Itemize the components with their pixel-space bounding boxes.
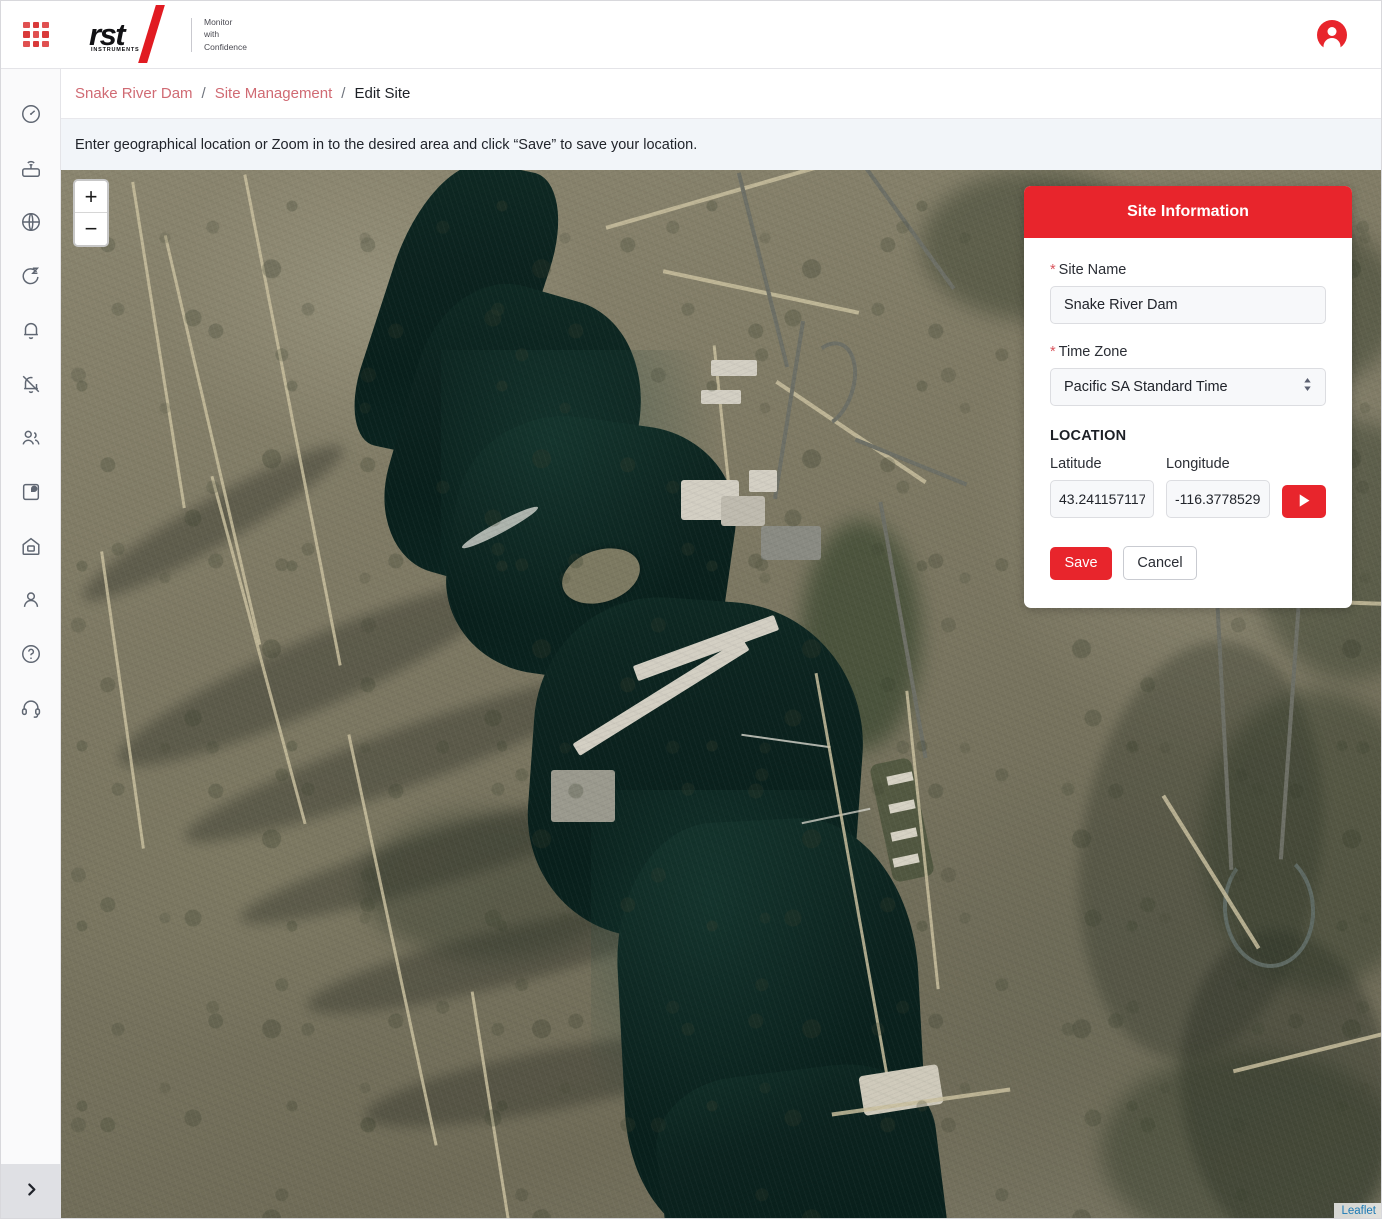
latitude-field: Latitude <box>1050 456 1154 518</box>
required-mark: * <box>1050 262 1056 278</box>
sidebar-item-groups[interactable] <box>9 411 53 465</box>
sidebar-item-profile[interactable] <box>9 573 53 627</box>
sidebar-item-network[interactable] <box>9 195 53 249</box>
logo-tagline: Monitor with Confidence <box>191 17 248 52</box>
sidebar-item-help[interactable] <box>9 627 53 681</box>
sidebar-item-reports[interactable] <box>9 465 53 519</box>
panel-body: *Site Name *Time Zone LOCATION Latitude <box>1024 238 1352 608</box>
gauge-icon <box>20 103 42 125</box>
coordinates-row: Latitude Longitude <box>1050 456 1326 518</box>
longitude-label: Longitude <box>1166 456 1230 472</box>
logo-subtext: INSTRUMENTS <box>91 46 140 53</box>
user-avatar-icon[interactable] <box>1317 20 1347 50</box>
refresh-z-icon <box>20 265 42 287</box>
locate-button[interactable] <box>1282 485 1326 518</box>
longitude-field: Longitude <box>1166 456 1270 518</box>
sidebar-item-sites[interactable] <box>9 519 53 573</box>
sidebar-item-refresh-cycle[interactable] <box>9 249 53 303</box>
breadcrumb-separator: / <box>201 85 206 102</box>
site-name-label-text: Site Name <box>1058 262 1127 278</box>
tagline-line-2: with <box>204 29 220 40</box>
edit-site-page: rst INSTRUMENTS Monitor with Confidence <box>0 0 1382 1219</box>
app-grid-icon[interactable] <box>23 21 49 48</box>
logo-mark: rst INSTRUMENTS <box>87 4 185 63</box>
router-icon <box>20 157 42 179</box>
breadcrumb-item-edit-site: Edit Site <box>354 85 411 102</box>
top-header: rst INSTRUMENTS Monitor with Confidence <box>1 1 1381 69</box>
panel-actions: Save Cancel <box>1050 546 1326 580</box>
report-chart-icon <box>20 481 42 503</box>
sidebar-item-dashboard[interactable] <box>9 87 53 141</box>
save-button[interactable]: Save <box>1050 546 1112 580</box>
site-name-input[interactable] <box>1050 286 1326 324</box>
home-monitor-icon <box>20 535 42 557</box>
bell-off-icon <box>20 373 42 395</box>
map-zoom-out-button[interactable]: − <box>75 213 107 245</box>
map-attribution-leaflet[interactable]: Leaflet <box>1334 1203 1381 1218</box>
brand-logo[interactable]: rst INSTRUMENTS Monitor with Confidence <box>87 4 248 63</box>
latitude-input[interactable] <box>1050 480 1154 518</box>
latitude-label: Latitude <box>1050 456 1102 472</box>
tagline-line-1: Monitor <box>204 17 233 28</box>
sidebar-items <box>1 69 60 735</box>
sidebar-item-alarms-muted[interactable] <box>9 357 53 411</box>
instruction-text: Enter geographical location or Zoom in t… <box>75 136 698 153</box>
sidebar-expand-toggle[interactable] <box>1 1164 61 1218</box>
panel-title: Site Information <box>1024 186 1352 238</box>
question-circle-icon <box>20 643 42 665</box>
logo-slash-icon <box>138 4 165 63</box>
headset-icon <box>20 697 42 719</box>
sidebar-rail <box>1 69 61 1218</box>
breadcrumb: Snake River Dam / Site Management / Edit… <box>61 69 1381 119</box>
time-zone-label: * Time Zone <box>1050 344 1326 360</box>
breadcrumb-separator: / <box>341 85 346 102</box>
chevron-right-icon <box>23 1181 40 1203</box>
sidebar-item-support[interactable] <box>9 681 53 735</box>
instruction-banner: Enter geographical location or Zoom in t… <box>61 119 1381 170</box>
time-zone-label-text: Time Zone <box>1058 344 1128 360</box>
cursor-play-icon <box>1296 492 1313 512</box>
location-section-title: LOCATION <box>1050 428 1127 444</box>
tagline-line-3: Confidence <box>204 41 248 52</box>
site-information-panel: Site Information *Site Name *Time Zone L… <box>1024 186 1352 608</box>
person-icon <box>20 589 42 611</box>
time-zone-select[interactable] <box>1050 368 1326 406</box>
bell-icon <box>20 319 42 341</box>
map-zoom-in-button[interactable]: + <box>75 181 107 213</box>
breadcrumb-item-site[interactable]: Snake River Dam <box>75 85 193 102</box>
longitude-input[interactable] <box>1166 480 1270 518</box>
cancel-button[interactable]: Cancel <box>1123 546 1197 580</box>
map-zoom-control: + − <box>73 179 109 247</box>
users-icon <box>20 427 42 449</box>
sidebar-item-alarms[interactable] <box>9 303 53 357</box>
time-zone-select-wrapper <box>1050 368 1326 406</box>
site-name-label: * Site Name <box>1050 262 1326 278</box>
sidebar-item-devices[interactable] <box>9 141 53 195</box>
breadcrumb-item-site-management[interactable]: Site Management <box>215 85 333 102</box>
required-mark: * <box>1050 344 1056 360</box>
globe-icon <box>20 211 42 233</box>
